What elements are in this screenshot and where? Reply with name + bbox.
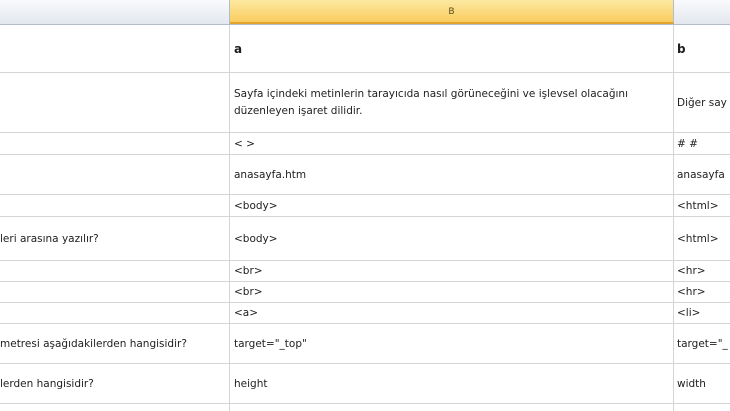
cell-c[interactable]: <hr>: [674, 282, 730, 302]
cell-b[interactable]: target="_top": [230, 324, 674, 363]
cell-b[interactable]: <body>: [230, 217, 674, 260]
table-row: <br> <hr>: [0, 282, 730, 303]
cell-b[interactable]: Sayfa içindeki metinlerin tarayıcıda nas…: [230, 73, 674, 132]
cell-a[interactable]: [0, 282, 230, 302]
spreadsheet: B a b Sayfa içindeki metinlerin tarayıcıda…: [0, 0, 730, 411]
cell-a[interactable]: [0, 25, 230, 72]
cell-b[interactable]: height: [230, 364, 674, 403]
cell-c[interactable]: [674, 404, 730, 411]
column-header-b[interactable]: B: [230, 0, 674, 24]
cell-a[interactable]: [0, 73, 230, 132]
cell-b[interactable]: <body>: [230, 195, 674, 216]
cell-a[interactable]: metresi aşağıdakilerden hangisidir?: [0, 324, 230, 363]
cell-b[interactable]: [230, 404, 674, 411]
cell-a[interactable]: [0, 195, 230, 216]
cell-c[interactable]: # #: [674, 133, 730, 154]
table-row: leri arasına yazılır? <body> <html>: [0, 217, 730, 261]
cell-a[interactable]: [0, 155, 230, 194]
column-header-a[interactable]: [0, 0, 230, 24]
column-header-c[interactable]: [674, 0, 730, 24]
cell-a[interactable]: leri arasına yazılır?: [0, 217, 230, 260]
table-row: <body> <html>: [0, 195, 730, 217]
cell-b[interactable]: <br>: [230, 261, 674, 281]
cell-c[interactable]: target="_: [674, 324, 730, 363]
cell-b[interactable]: anasayfa.htm: [230, 155, 674, 194]
table-row: ab: [0, 25, 730, 73]
cell-c[interactable]: anasayfa: [674, 155, 730, 194]
cell-grid: a b Sayfa içindeki metinlerin tarayıcıda n…: [0, 25, 730, 411]
table-row: [0, 404, 730, 411]
cell-b[interactable]: <br>: [230, 282, 674, 302]
cell-c[interactable]: <html>: [674, 195, 730, 216]
cell-c[interactable]: Diğer say: [674, 73, 730, 132]
cell-c[interactable]: <html>: [674, 217, 730, 260]
cell-b[interactable]: < >: [230, 133, 674, 154]
table-row: Sayfa içindeki metinlerin tarayıcıda nas…: [0, 73, 730, 133]
table-row: anasayfa.htm anasayfa: [0, 155, 730, 195]
cell-b[interactable]: <a>: [230, 303, 674, 323]
cell-c[interactable]: b: [674, 25, 730, 72]
cell-a[interactable]: [0, 261, 230, 281]
cell-c[interactable]: <li>: [674, 303, 730, 323]
table-row: <br> <hr>: [0, 261, 730, 282]
table-row: metresi aşağıdakilerden hangisidir? targe…: [0, 324, 730, 364]
cell-c[interactable]: <hr>: [674, 261, 730, 281]
cell-b[interactable]: a: [230, 25, 674, 72]
table-row: lerden hangisidir? height width: [0, 364, 730, 404]
table-row: < > # #: [0, 133, 730, 155]
cell-a[interactable]: [0, 303, 230, 323]
cell-c[interactable]: width: [674, 364, 730, 403]
cell-a[interactable]: [0, 404, 230, 411]
table-row: <a> <li>: [0, 303, 730, 324]
cell-a[interactable]: lerden hangisidir?: [0, 364, 230, 403]
column-header-row: B: [0, 0, 730, 25]
cell-a[interactable]: [0, 133, 230, 154]
